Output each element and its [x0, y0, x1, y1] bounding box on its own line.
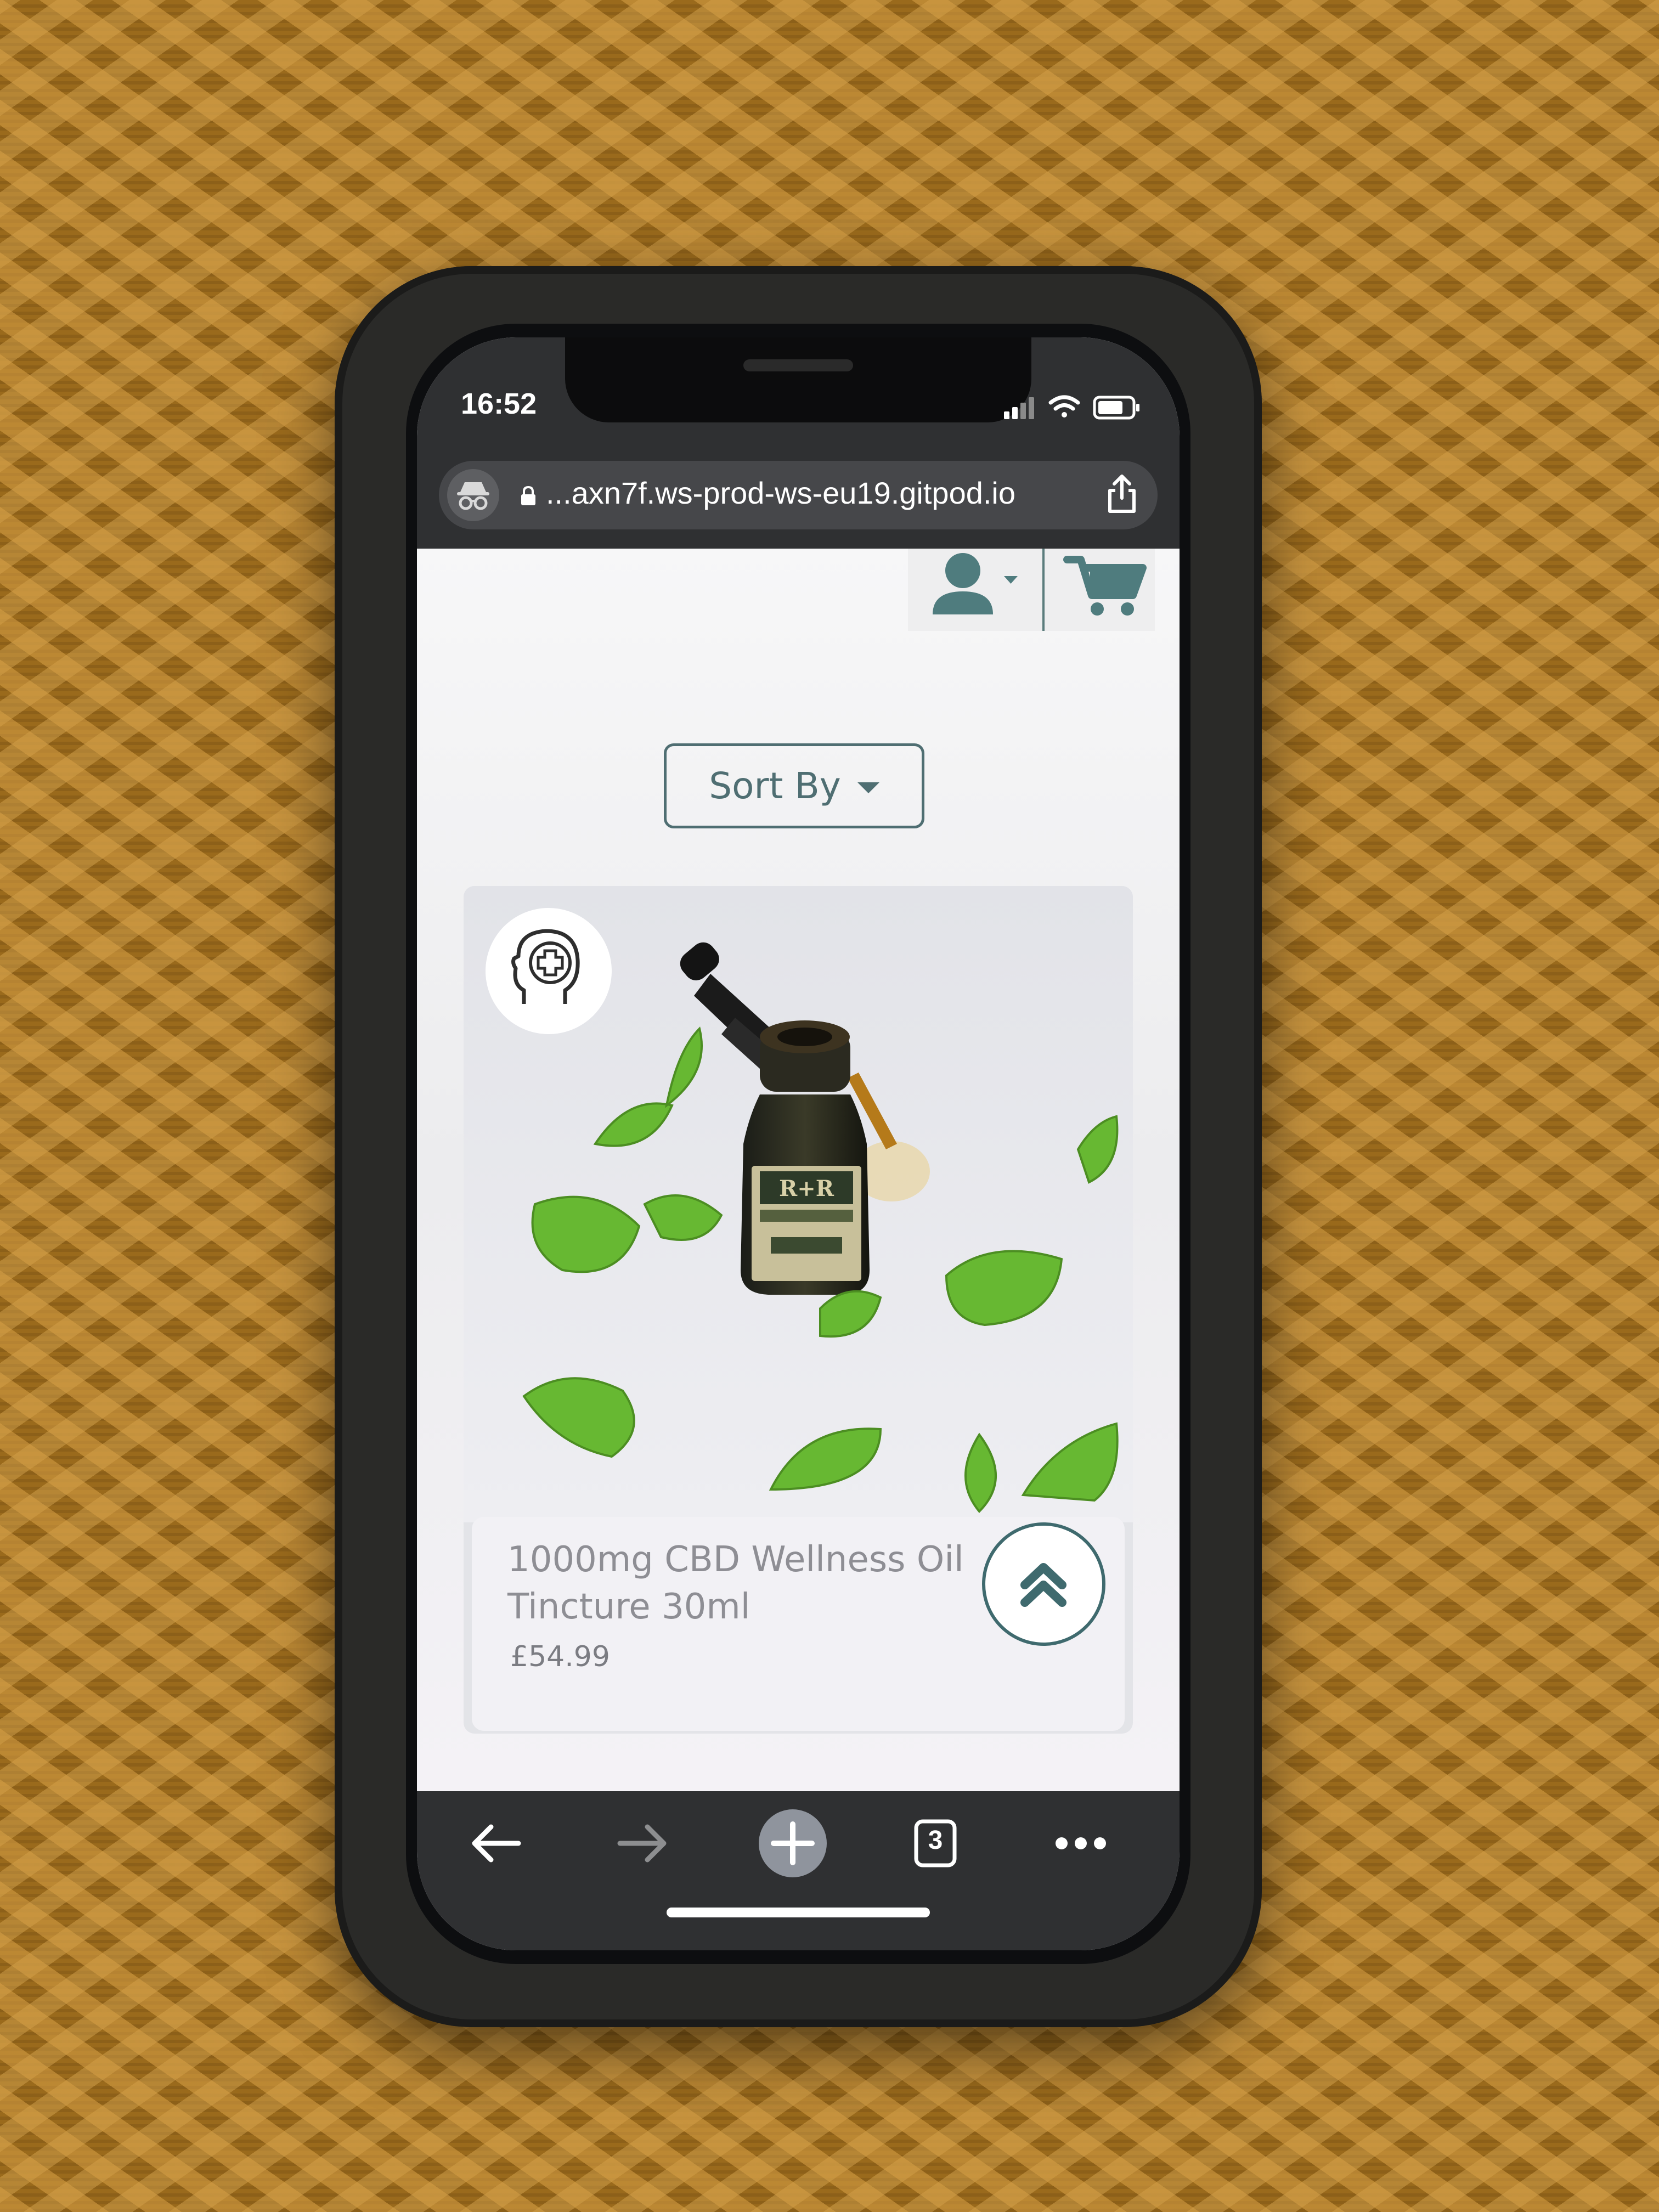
- browser-top-chrome: 16:52 ...axn7f.ws-prod-ws-eu19.gitpod.io: [417, 337, 1180, 549]
- browser-bottom-toolbar: 3: [417, 1791, 1180, 1950]
- sort-by-label: Sort By: [709, 765, 841, 807]
- lock-icon: [521, 486, 535, 505]
- more-icon[interactable]: [1045, 1813, 1116, 1874]
- home-indicator[interactable]: [667, 1908, 930, 1917]
- notch-speaker: [743, 359, 853, 371]
- product-price: £54.99: [510, 1640, 610, 1673]
- status-time: 16:52: [461, 387, 537, 420]
- wifi-icon: [1048, 395, 1080, 417]
- notch: [565, 337, 1031, 422]
- sort-by-dropdown[interactable]: Sort By: [664, 743, 924, 828]
- phone-screen: 16:52 ...axn7f.ws-prod-ws-eu19.gitpod.io…: [417, 337, 1180, 1950]
- new-tab-plus-icon[interactable]: [754, 1808, 831, 1879]
- web-page: Sort By R+R 1000mg CBD Wellness Oil Tinc…: [417, 549, 1180, 1791]
- svg-text:R+R: R+R: [779, 1176, 834, 1201]
- tab-count: 3: [928, 1826, 943, 1855]
- status-icons: [1004, 395, 1139, 420]
- tab-switcher-button[interactable]: 3: [900, 1813, 971, 1874]
- user-icon[interactable]: [922, 549, 1031, 625]
- incognito-icon[interactable]: [447, 469, 499, 521]
- header-divider: [1042, 549, 1045, 631]
- head-medical-cross-icon: [511, 929, 580, 1004]
- back-arrow-icon[interactable]: [461, 1813, 532, 1874]
- url-text[interactable]: ...axn7f.ws-prod-ws-eu19.gitpod.io: [546, 475, 1015, 511]
- product-title[interactable]: 1000mg CBD Wellness Oil Tincture 30ml: [507, 1536, 1001, 1630]
- double-chevron-up-icon: [1020, 1563, 1066, 1607]
- chevron-down-icon: [857, 782, 879, 793]
- health-category-badge: [486, 908, 612, 1034]
- address-bar[interactable]: ...axn7f.ws-prod-ws-eu19.gitpod.io: [439, 461, 1158, 529]
- forward-arrow-icon[interactable]: [606, 1813, 678, 1874]
- cellular-signal-icon: [1004, 397, 1034, 419]
- header-tools: [908, 549, 1155, 631]
- share-icon[interactable]: [1105, 474, 1138, 514]
- cbd-bottle: R+R: [741, 1020, 870, 1295]
- back-to-top-button[interactable]: [982, 1522, 1105, 1646]
- cart-icon[interactable]: [1062, 549, 1149, 620]
- battery-icon: [1093, 396, 1139, 420]
